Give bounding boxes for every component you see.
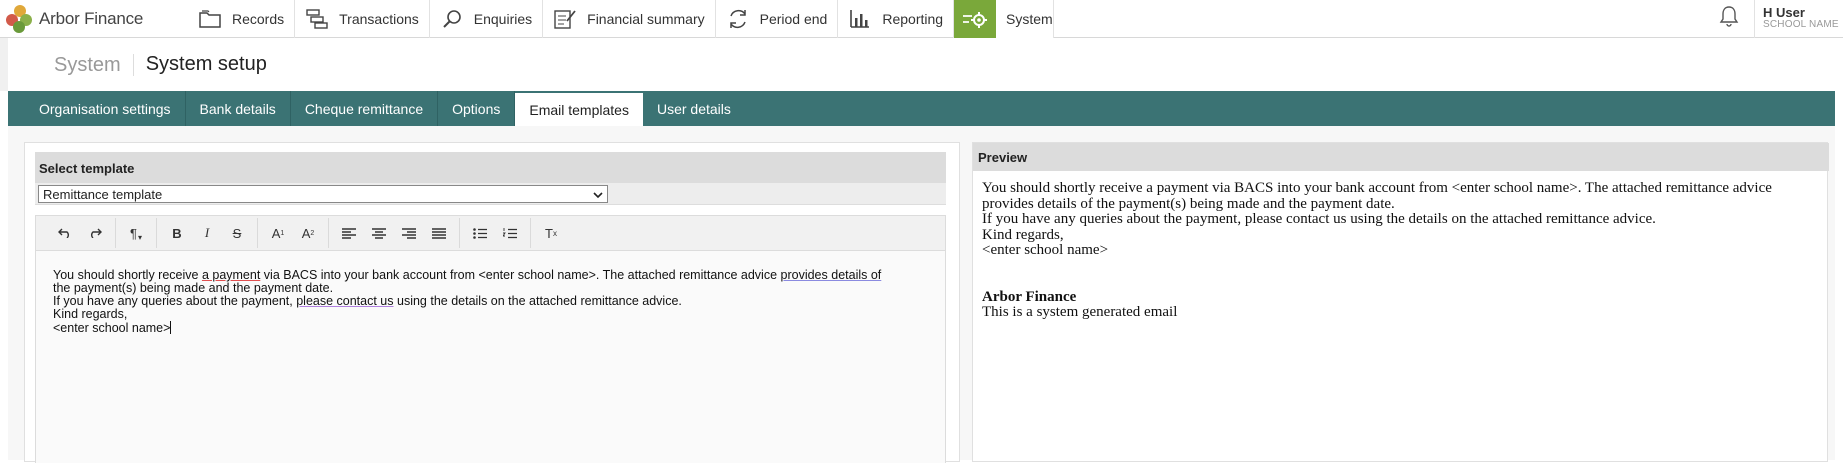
nav-enquiries-label: Enquiries [473,10,533,27]
brand[interactable]: Arbor Finance [0,0,188,38]
redo-icon[interactable] [80,219,110,247]
arbor-logo-icon [6,4,34,33]
nav-records[interactable]: Records [188,0,296,38]
template-select-value: Remittance template [43,186,163,202]
nav-reporting[interactable]: Reporting [838,0,955,38]
tab-options[interactable]: Options [438,91,516,126]
grammar-check-text: provides details of [780,268,882,282]
paragraph-format-icon[interactable]: ¶ ▾ [121,219,151,247]
editor-text: <enter school name> [53,321,171,335]
checklist-icon [553,7,577,31]
numbered-list-icon[interactable] [495,219,525,247]
bullet-list-icon[interactable] [465,219,495,247]
nav-reporting-label: Reporting [882,10,944,27]
spellcheck-text: a payment [201,268,261,282]
preview-signature: Arbor Finance [982,288,1077,305]
search-icon [440,7,464,31]
bar-chart-icon [848,7,872,31]
editor-toolbar: ¶ ▾ B I S A1 A2 Tx [35,215,946,251]
school-name: SCHOOL NAME [1763,19,1839,31]
editor-line-3: If you have any queries about the paymen… [53,295,928,308]
preview-heading: Preview [973,143,1829,171]
breadcrumb-section[interactable]: System [54,53,134,76]
select-template-row: Remittance template [35,183,946,205]
editor-text: If you have any queries about the paymen… [53,294,297,308]
paragraph-group: ¶ ▾ [116,218,157,248]
transactions-icon [305,7,329,31]
page-title: System setup [145,53,267,75]
preview-paragraph: You should shortly receive a payment via… [982,180,1772,212]
tab-bank-details[interactable]: Bank details [186,91,291,126]
editor-line-4: Kind regards, [53,307,128,321]
nav-financial-summary-label: Financial summary [587,10,705,27]
tab-email-templates[interactable]: Email templates [515,93,643,126]
strikethrough-icon[interactable]: S [222,219,252,247]
preview-footer: This is a system generated email [982,304,1178,320]
editor-text: via BACS into your bank account from <en… [260,268,781,282]
page-header: System System setup [0,38,1843,91]
nav-period-end[interactable]: Period end [716,0,839,38]
align-right-icon[interactable] [394,219,424,247]
list-group [460,218,531,248]
chevron-down-icon [593,187,603,202]
nav-transactions[interactable]: Transactions [295,0,430,38]
script-group: A1 A2 [258,218,329,248]
preview-paragraph: If you have any queries about the paymen… [982,211,1656,227]
align-justify-icon[interactable] [424,219,454,247]
brand-name: Arbor Finance [39,8,144,28]
top-navigation: Arbor Finance Records Transactions Enqui… [0,0,1843,38]
system-gear-icon [954,0,997,38]
user-name: H User [1763,5,1805,21]
clear-formatting-icon[interactable]: Tx [536,219,566,247]
notifications-button[interactable] [1703,0,1755,38]
editor-line-5: <enter school name> [53,321,928,335]
refresh-icon [726,7,750,31]
text-style-group: B I S [157,218,258,248]
nav-enquiries[interactable]: Enquiries [430,0,544,38]
template-select[interactable]: Remittance template [38,185,608,203]
bell-icon [1719,5,1739,32]
italic-icon[interactable]: I [192,219,222,247]
clear-group: Tx [531,218,571,248]
editor-text: You should shortly receive [53,268,202,282]
nav-period-end-label: Period end [759,10,828,27]
nav-transactions-label: Transactions [339,10,419,27]
template-editor-panel: Select template Remittance template ¶ ▾ B… [24,142,960,463]
content-area: Select template Remittance template ¶ ▾ B… [8,126,1835,463]
subscript-icon[interactable]: A2 [293,219,323,247]
superscript-icon[interactable]: A1 [263,219,293,247]
grammar-check-text: please contact us [296,294,394,308]
alignment-group [329,218,460,248]
undo-icon[interactable] [50,219,80,247]
nav-records-label: Records [232,10,285,27]
text-caret [170,321,172,334]
settings-tab-bar: Organisation settings Bank details Chequ… [8,91,1835,126]
nav-system-label: System [1006,10,1053,27]
tab-user-details[interactable]: User details [643,91,745,126]
preview-paragraph: <enter school name> [982,242,1109,258]
bold-icon[interactable]: B [162,219,192,247]
align-center-icon[interactable] [364,219,394,247]
folder-icon [198,7,222,31]
select-template-heading: Select template [35,152,946,183]
preview-paragraph: Kind regards, [982,226,1064,243]
history-group [45,218,116,248]
tab-cheque-remittance[interactable]: Cheque remittance [291,91,439,126]
user-menu[interactable]: H User SCHOOL NAME [1755,6,1843,30]
editor-text: using the details on the attached remitt… [393,294,682,308]
nav-system[interactable]: System [954,0,1054,38]
align-left-icon[interactable] [334,219,364,247]
tab-organisation-settings[interactable]: Organisation settings [25,91,186,126]
email-body-editor[interactable]: You should shortly receive a payment via… [35,251,946,463]
nav-financial-summary[interactable]: Financial summary [543,0,716,38]
preview-panel: Preview You should shortly receive a pay… [972,142,1829,462]
preview-body: You should shortly receive a payment via… [982,180,1822,321]
